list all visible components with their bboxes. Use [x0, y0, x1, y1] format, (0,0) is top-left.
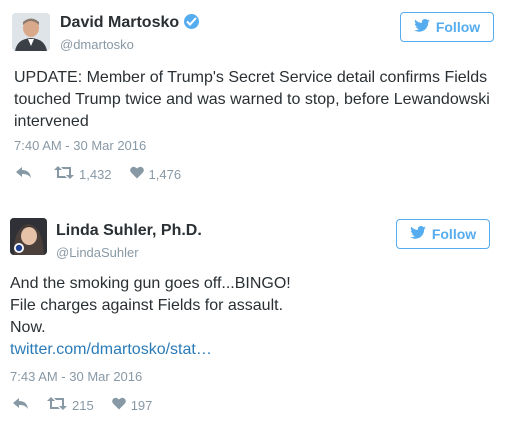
tweet-text-line: intervened [14, 113, 89, 130]
retweet-count: 1,432 [79, 166, 112, 182]
reply-button[interactable] [16, 166, 32, 182]
tweet-text-line: touched Trump twice and was warned to st… [14, 91, 490, 108]
reply-icon [13, 397, 29, 413]
like-count: 1,476 [148, 166, 182, 182]
like-count: 197 [130, 397, 153, 413]
author-handle[interactable]: @LindaSuhler [56, 245, 139, 260]
reply-button[interactable] [13, 397, 29, 413]
author-name-text[interactable]: David Martosko [60, 14, 179, 31]
verified-badge-icon [184, 14, 200, 29]
tweet-timestamp[interactable]: 7:40 AM - 30 Mar 2016 [14, 138, 146, 153]
follow-label: Follow [431, 226, 477, 242]
follow-button[interactable]: Follow [396, 219, 490, 249]
author-handle[interactable]: @dmartosko [60, 37, 134, 52]
author-name[interactable]: David Martosko [60, 14, 200, 32]
tweet-text: And the smoking gun goes off...BINGO! Fi… [10, 273, 500, 361]
reply-icon [16, 166, 32, 182]
tweet-timestamp[interactable]: 7:43 AM - 30 Mar 2016 [10, 369, 142, 384]
tweet-text-line: Now. [10, 319, 46, 336]
avatar[interactable] [12, 13, 50, 51]
tweet-text-line: UPDATE: Member of Trump's Secret Service… [14, 69, 488, 86]
retweet-count: 215 [72, 397, 94, 413]
twitter-bird-icon [410, 226, 426, 242]
tweet-link[interactable]: twitter.com/dmartosko/stat… [10, 339, 500, 361]
retweet-icon [47, 397, 67, 413]
retweet-button[interactable]: 215 [47, 397, 94, 413]
follow-button[interactable]: Follow [400, 12, 494, 42]
like-button[interactable]: 197 [111, 397, 153, 413]
heart-icon [129, 166, 144, 182]
tweet-actions: 215 197 [13, 397, 152, 413]
twitter-bird-icon [414, 19, 430, 35]
tweet-text: UPDATE: Member of Trump's Secret Service… [14, 67, 504, 133]
tweet-2: Linda Suhler, Ph.D. @LindaSuhler Follow … [0, 200, 516, 440]
retweet-icon [54, 166, 74, 182]
tweet-actions: 1,432 1,476 [16, 166, 181, 182]
follow-label: Follow [435, 19, 481, 35]
like-button[interactable]: 1,476 [129, 166, 182, 182]
retweet-button[interactable]: 1,432 [54, 166, 112, 182]
tweet-text-line: File charges against Fields for assault. [10, 297, 284, 314]
tweet-text-line: And the smoking gun goes off...BINGO! [10, 275, 291, 292]
avatar[interactable] [10, 218, 47, 255]
heart-icon [111, 397, 126, 413]
tweet-1: David Martosko @dmartosko Follow UPDATE:… [0, 0, 516, 200]
author-name[interactable]: Linda Suhler, Ph.D. [56, 222, 202, 240]
